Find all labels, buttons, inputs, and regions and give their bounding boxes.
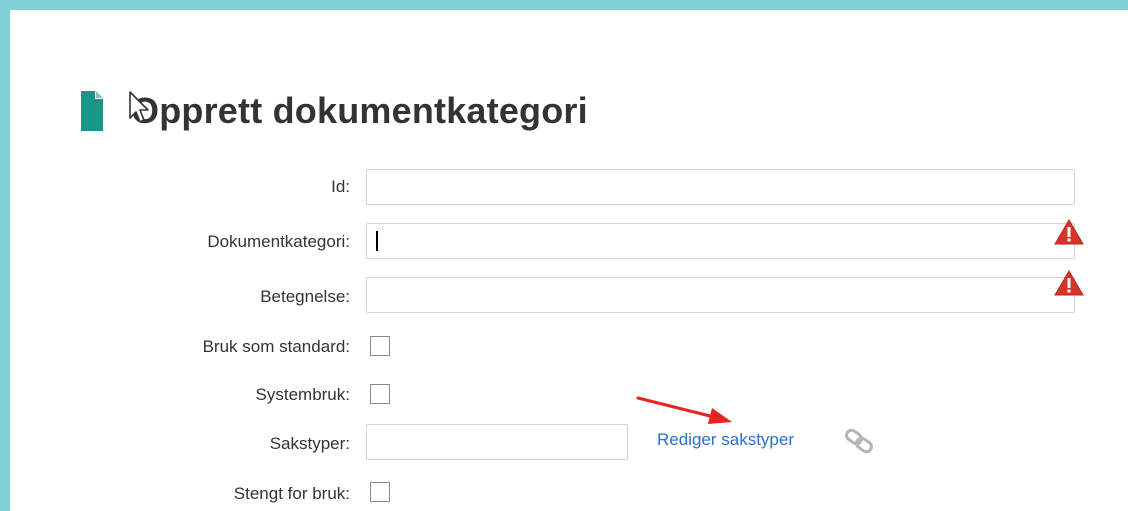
systembruk-checkbox[interactable] [370,384,390,404]
page-title: Opprett dokumentkategori [131,90,588,131]
dokumentkategori-label: Dokumentkategori: [207,232,350,251]
stengt-for-bruk-label: Stengt for bruk: [233,484,350,503]
bruk-som-standard-label: Bruk som standard: [202,337,350,356]
warning-triangle-icon [1054,270,1084,296]
stengt-for-bruk-checkbox[interactable] [370,482,390,502]
systembruk-label: Systembruk: [255,385,350,404]
dokumentkategori-field[interactable] [366,223,1075,259]
betegnelse-label: Betegnelse: [260,287,350,306]
red-arrow-annotation [636,396,732,424]
rediger-sakstyper-link[interactable]: Rediger sakstyper [657,430,794,450]
warning-triangle-icon [1054,219,1084,245]
sakstyper-field[interactable] [366,424,628,460]
betegnelse-field[interactable] [366,277,1075,313]
bruk-som-standard-checkbox[interactable] [370,336,390,356]
document-icon [81,91,103,131]
mouse-pointer-icon [129,91,149,123]
id-field[interactable] [366,169,1075,205]
page-header: Opprett dokumentkategori [81,86,588,136]
chain-link-icon[interactable] [842,428,878,456]
id-label: Id: [331,177,350,196]
sakstyper-label: Sakstyper: [269,434,350,453]
